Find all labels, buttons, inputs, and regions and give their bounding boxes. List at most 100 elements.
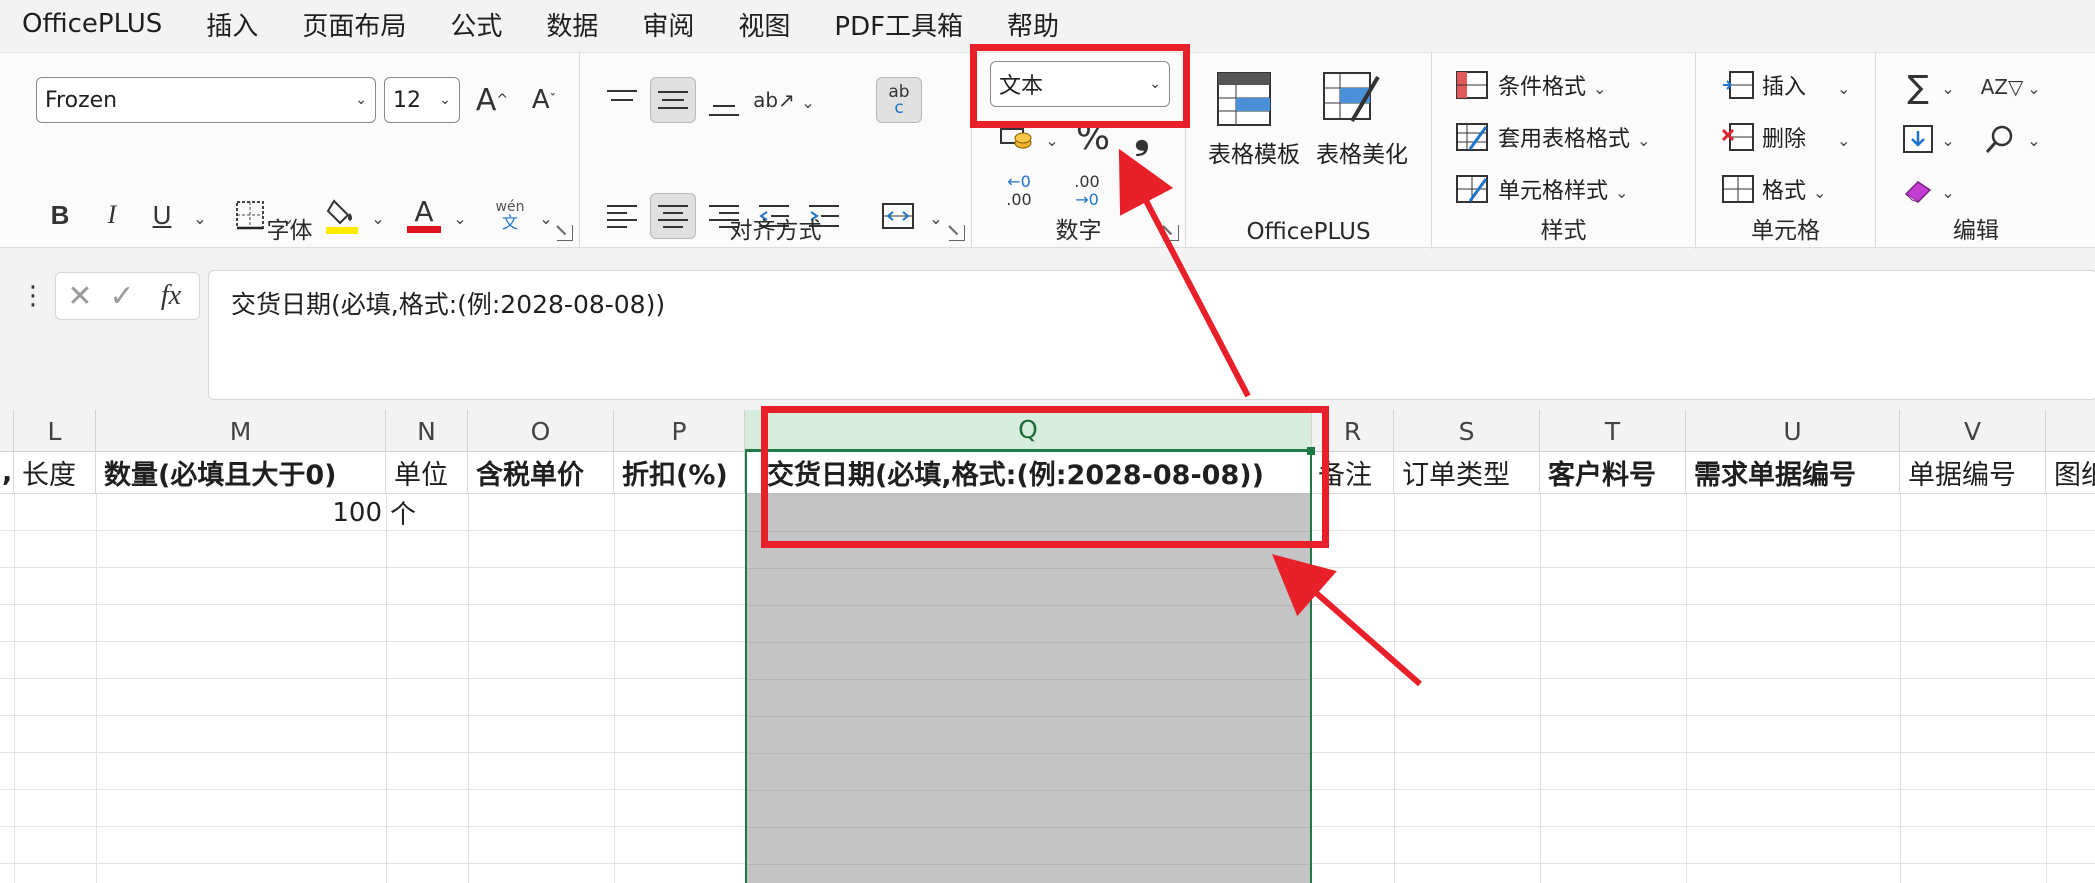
find-search-icon[interactable] [1980, 119, 2020, 159]
header-cell-k[interactable]: , [0, 452, 14, 494]
header-cell-o[interactable]: 含税单价 [468, 452, 614, 494]
number-group-label: 数字 [1055, 218, 1102, 244]
find-dropdown-icon[interactable]: ⌄ [2024, 125, 2044, 155]
highlight-number-format [970, 44, 1190, 128]
header-cell-w[interactable]: 图纸 [2046, 452, 2095, 494]
insert-function-button[interactable]: fx [148, 275, 194, 317]
currency-dropdown-icon[interactable]: ⌄ [1042, 125, 1062, 155]
confirm-entry-icon[interactable]: ✓ [102, 275, 142, 317]
table-beautify-label[interactable]: 表格美化 [1316, 135, 1408, 169]
column-header-t[interactable]: T [1540, 410, 1686, 452]
styles-group-label: 样式 [1540, 218, 1587, 244]
editing-group-label: 编辑 [1953, 218, 1999, 244]
table-format-button[interactable]: 套用表格格式 ⌄ [1498, 121, 1650, 153]
formula-tools: ✕ ✓ fx [55, 272, 200, 320]
quantity-cell[interactable]: 100 [96, 494, 382, 531]
align-bottom-icon[interactable] [702, 83, 746, 129]
unit-cell[interactable]: 个 [390, 494, 468, 531]
header-cell-p[interactable]: 折扣(%) [614, 452, 745, 494]
orientation-dropdown-icon[interactable]: ⌄ [798, 87, 818, 117]
menu-page-layout[interactable]: 页面布局 [280, 6, 428, 43]
wrap-text-button[interactable]: ab c [876, 77, 922, 123]
column-header-u[interactable]: U [1686, 410, 1900, 452]
font-dialog-launcher-icon[interactable] [557, 225, 573, 241]
conditional-format-button[interactable]: 条件格式 ⌄ [1498, 69, 1606, 101]
menu-officeplus[interactable]: OfficePLUS [0, 9, 184, 39]
header-cell-n[interactable]: 单位 [386, 452, 468, 494]
cells-group-label: 单元格 [1751, 218, 1820, 244]
column-header-l[interactable]: L [14, 410, 96, 452]
clear-eraser-icon[interactable] [1898, 171, 1938, 211]
number-dialog-launcher-icon[interactable] [1163, 225, 1179, 241]
align-top-icon[interactable] [600, 77, 644, 123]
delete-cells-icon [1720, 119, 1756, 155]
styles-group: 条件格式 ⌄ 套用表格格式 ⌄ 单元格样式 ⌄ 样式 [1432, 53, 1696, 249]
menu-bar: OfficePLUS 插入 页面布局 公式 数据 审阅 视图 PDF工具箱 帮助 [0, 0, 2095, 48]
alignment-dialog-launcher-icon[interactable] [949, 225, 965, 241]
header-cell-t[interactable]: 客户料号 [1540, 452, 1686, 494]
alignment-group: ab↗ ⌄ ab c ⌄ 对齐方式 [580, 53, 972, 249]
header-cell-v[interactable]: 单据编号 [1900, 452, 2046, 494]
fill-icon[interactable] [1898, 119, 1938, 159]
table-format-icon [1454, 119, 1490, 155]
officeplus-group: 表格模板 表格美化 OfficePLUS [1186, 53, 1432, 249]
menu-insert[interactable]: 插入 [184, 6, 280, 43]
format-cells-icon [1720, 171, 1756, 207]
increase-font-button[interactable]: A ^ [470, 77, 514, 123]
column-header-s[interactable]: S [1394, 410, 1540, 452]
cell-style-button[interactable]: 单元格样式 ⌄ [1498, 173, 1628, 205]
align-middle-icon[interactable] [650, 77, 696, 123]
sort-filter-icon[interactable]: AZ▽ [1980, 67, 2024, 107]
autosum-dropdown-icon[interactable]: ⌄ [1938, 73, 1958, 103]
column-header-k[interactable] [0, 410, 14, 452]
text-orientation-icon[interactable]: ab↗ [752, 77, 796, 123]
column-header-p[interactable]: P [614, 410, 745, 452]
header-cell-s[interactable]: 订单类型 [1394, 452, 1540, 494]
menu-review[interactable]: 审阅 [620, 6, 716, 43]
sort-filter-dropdown-icon[interactable]: ⌄ [2024, 73, 2044, 103]
menu-data[interactable]: 数据 [524, 6, 620, 43]
more-options-icon[interactable]: ⋮ [18, 274, 48, 318]
delete-cells-button[interactable]: 删除 ⌄ [1762, 121, 1850, 153]
header-cell-m[interactable]: 数量(必填且大于0) [96, 452, 386, 494]
cell-style-icon [1454, 171, 1490, 207]
cancel-entry-icon[interactable]: ✕ [60, 275, 100, 317]
font-group: Frozen ⌄ 12 ⌄ A ^ Aˇ B I U ⌄ ⌄ ⌄ A ⌄ wén 文 … [0, 53, 580, 249]
column-header-n[interactable]: N [386, 410, 468, 452]
menu-pdf-tools[interactable]: PDF工具箱 [812, 6, 985, 43]
column-header-v[interactable]: V [1900, 410, 2046, 452]
menu-view[interactable]: 视图 [716, 6, 812, 43]
cells-group: 插入 ⌄ 删除 ⌄ 格式 ⌄ 单元格 [1696, 53, 1876, 249]
alignment-group-label: 对齐方式 [729, 218, 822, 244]
editing-group: ∑ ⌄ AZ▽ ⌄ ⌄ ⌄ ⌄ 编辑 [1876, 53, 2076, 249]
increase-decimal-button[interactable]: ←0.00 [994, 169, 1044, 213]
menu-formulas[interactable]: 公式 [428, 6, 524, 43]
font-name-select[interactable]: Frozen ⌄ [36, 77, 376, 123]
font-group-label: 字体 [266, 218, 313, 244]
officeplus-group-label: OfficePLUS [1246, 219, 1371, 245]
table-template-label[interactable]: 表格模板 [1208, 135, 1300, 169]
highlight-column-q [761, 406, 1329, 548]
autosum-icon[interactable]: ∑ [1898, 67, 1938, 107]
menu-help[interactable]: 帮助 [985, 6, 1081, 43]
decrease-font-button[interactable]: Aˇ [522, 77, 566, 123]
conditional-format-icon [1454, 67, 1490, 103]
column-header-m[interactable]: M [96, 410, 386, 452]
header-cell-l[interactable]: 长度 [14, 452, 96, 494]
column-header-w[interactable] [2046, 410, 2095, 452]
insert-cells-button[interactable]: 插入 ⌄ [1762, 69, 1850, 101]
column-header-o[interactable]: O [468, 410, 614, 452]
format-cells-button[interactable]: 格式 ⌄ [1762, 173, 1826, 205]
fill-dropdown-icon[interactable]: ⌄ [1938, 125, 1958, 155]
clear-dropdown-icon[interactable]: ⌄ [1938, 177, 1958, 207]
decrease-decimal-button[interactable]: .00 →0 [1062, 169, 1112, 213]
formula-input[interactable]: 交货日期(必填,格式:(例:2028-08-08)) [208, 270, 2095, 400]
header-cell-u[interactable]: 需求单据编号 [1686, 452, 1900, 494]
table-template-icon[interactable] [1212, 69, 1276, 129]
chevron-down-icon: ⌄ [439, 92, 451, 108]
formula-bar-area: ⋮ ✕ ✓ fx 交货日期(必填,格式:(例:2028-08-08)) [0, 250, 2095, 408]
table-beautify-icon[interactable] [1320, 69, 1384, 129]
chevron-down-icon: ⌄ [355, 92, 367, 108]
insert-cells-icon [1720, 67, 1756, 103]
font-size-select[interactable]: 12 ⌄ [384, 77, 460, 123]
